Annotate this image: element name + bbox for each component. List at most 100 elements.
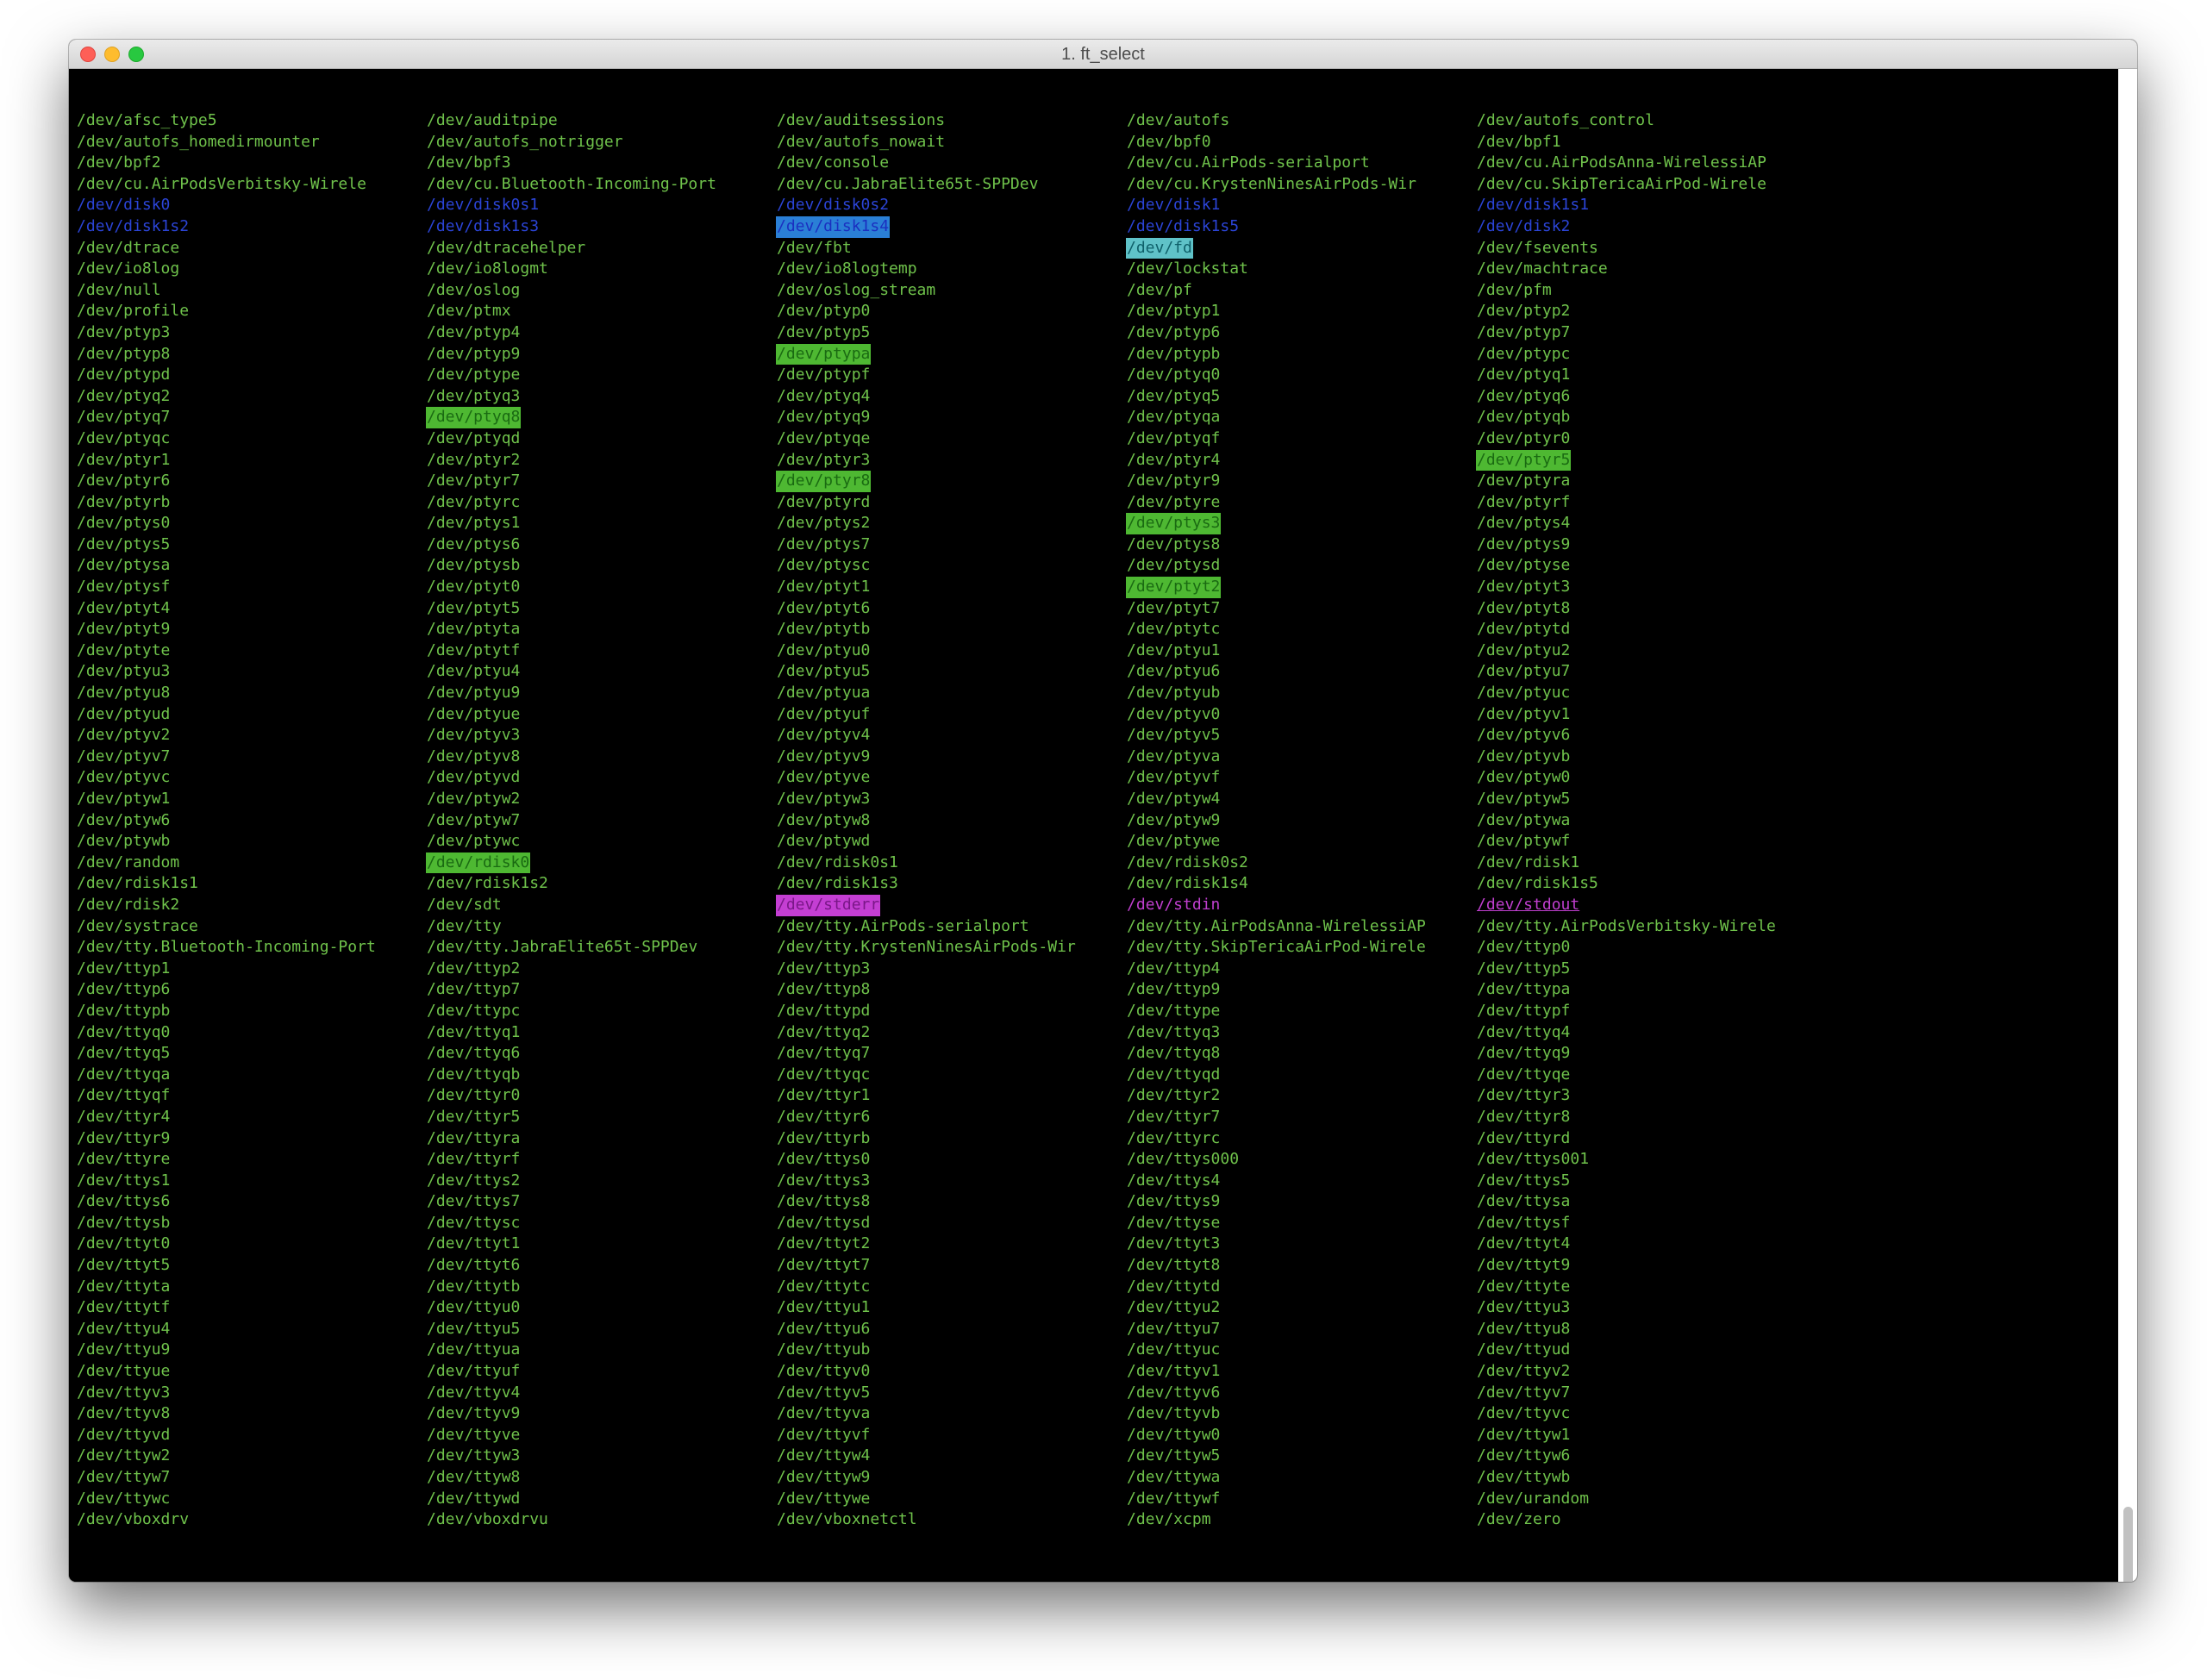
file-entry[interactable]: /dev/ptyw2 [426, 789, 521, 810]
file-entry[interactable]: /dev/io8log [76, 259, 180, 280]
file-entry[interactable]: /dev/ptyvb [1476, 746, 1571, 768]
file-entry[interactable]: /dev/ttyqd [1126, 1065, 1221, 1086]
file-entry[interactable]: /dev/ttyt5 [76, 1255, 171, 1277]
file-entry[interactable]: /dev/ttys0 [776, 1149, 871, 1171]
file-entry[interactable]: /dev/ptyse [1476, 555, 1571, 577]
file-entry[interactable]: /dev/tty.AirPodsVerbitsky-Wirele [1476, 916, 1777, 938]
file-entry[interactable]: /dev/machtrace [1476, 259, 1609, 280]
file-entry[interactable]: /dev/ttyt0 [76, 1233, 171, 1255]
file-entry[interactable]: /dev/ttyte [1476, 1277, 1571, 1298]
file-entry[interactable]: /dev/ttyv6 [1126, 1383, 1221, 1404]
file-entry[interactable]: /dev/ptyp7 [1476, 322, 1571, 344]
file-entry[interactable]: /dev/ttyq3 [1126, 1022, 1221, 1044]
file-entry[interactable]: /dev/ttys3 [776, 1171, 871, 1192]
file-entry[interactable]: /dev/ttyv3 [76, 1383, 171, 1404]
file-entry[interactable]: /dev/ptyva [1126, 746, 1221, 768]
file-entry[interactable]: /dev/ttyuf [426, 1361, 521, 1383]
file-entry[interactable]: /dev/ptyqe [776, 428, 871, 450]
file-entry[interactable]: /dev/null [76, 280, 162, 302]
file-entry[interactable]: /dev/ptyua [776, 683, 871, 704]
file-entry[interactable]: /dev/ttyt7 [776, 1255, 871, 1277]
file-entry[interactable]: /dev/disk1s1 [1476, 195, 1590, 216]
file-entry[interactable]: /dev/ttyw1 [1476, 1425, 1571, 1446]
file-entry[interactable]: /dev/ttyw2 [76, 1446, 171, 1467]
file-entry[interactable]: /dev/ttyr5 [426, 1107, 521, 1128]
file-entry[interactable]: /dev/ptyr9 [1126, 471, 1221, 492]
file-entry[interactable]: /dev/ptyra [1476, 471, 1571, 492]
file-entry[interactable]: /dev/ttyu8 [1476, 1319, 1571, 1340]
file-entry[interactable]: /dev/autofs_control [1476, 110, 1655, 132]
file-entry[interactable]: /dev/ptywb [76, 831, 171, 852]
file-entry[interactable]: /dev/ptyp1 [1126, 301, 1221, 322]
file-entry[interactable]: /dev/bpf1 [1476, 132, 1562, 153]
file-entry[interactable]: /dev/rdisk1s2 [426, 873, 549, 895]
file-entry[interactable]: /dev/ptyu5 [776, 661, 871, 683]
file-entry[interactable]: /dev/ttyt8 [1126, 1255, 1221, 1277]
file-entry[interactable]: /dev/ptyv5 [1126, 725, 1221, 746]
file-entry[interactable]: /dev/ptyuc [1476, 683, 1571, 704]
file-entry[interactable]: /dev/ttysf [1476, 1213, 1571, 1234]
file-entry[interactable]: /dev/ttyr6 [776, 1107, 871, 1128]
file-entry[interactable]: /dev/ptypf [776, 365, 871, 386]
file-entry[interactable]: /dev/ttyv5 [776, 1383, 871, 1404]
file-entry[interactable]: /dev/vboxdrv [76, 1509, 190, 1531]
file-entry[interactable]: /dev/ttyt2 [776, 1233, 871, 1255]
file-entry[interactable]: /dev/ptyu7 [1476, 661, 1571, 683]
scrollbar-thumb[interactable] [2123, 1507, 2133, 1582]
scrollbar[interactable] [2118, 69, 2137, 1582]
file-entry[interactable]: /dev/ttyp9 [1126, 979, 1221, 1001]
file-entry[interactable]: /dev/ptyw8 [776, 810, 871, 832]
file-entry[interactable]: /dev/disk0s1 [426, 195, 540, 216]
file-entry[interactable]: /dev/ptyv6 [1476, 725, 1571, 746]
file-entry[interactable]: /dev/cu.SkipTericaAirPod-Wirele [1476, 174, 1767, 196]
file-entry[interactable]: /dev/ptyp4 [426, 322, 521, 344]
file-entry[interactable]: /dev/ptysc [776, 555, 871, 577]
file-entry[interactable]: /dev/ptyq0 [1126, 365, 1221, 386]
file-entry[interactable]: /dev/ptyvd [426, 767, 521, 789]
file-entry[interactable]: /dev/ptyta [426, 619, 521, 640]
file-entry[interactable]: /dev/bpf3 [426, 153, 512, 174]
file-entry[interactable]: /dev/ttyv2 [1476, 1361, 1571, 1383]
file-entry[interactable]: /dev/rdisk0s2 [1126, 852, 1249, 874]
file-entry[interactable]: /dev/ttytd [1126, 1277, 1221, 1298]
file-entry[interactable]: /dev/ttyu5 [426, 1319, 521, 1340]
file-entry[interactable]: /dev/ptyq3 [426, 386, 521, 408]
file-entry[interactable]: /dev/ttyv9 [426, 1403, 521, 1425]
file-entry[interactable]: /dev/ptyvf [1126, 767, 1221, 789]
file-entry[interactable]: /dev/ttyr1 [776, 1085, 871, 1107]
file-entry[interactable]: /dev/ttypa [1476, 979, 1571, 1001]
file-entry[interactable]: /dev/ttypc [426, 1001, 521, 1022]
file-entry[interactable]: /dev/disk1s2 [76, 216, 190, 238]
file-entry[interactable]: /dev/ptyq7 [76, 407, 171, 428]
file-entry[interactable]: /dev/cu.AirPodsAnna-WirelessiAP [1476, 153, 1767, 174]
file-entry[interactable]: /dev/ttyrc [1126, 1128, 1221, 1150]
file-entry[interactable]: /dev/ttyu1 [776, 1297, 871, 1319]
file-entry[interactable]: /dev/ttyve [426, 1425, 521, 1446]
file-entry[interactable]: /dev/ttyua [426, 1340, 521, 1361]
file-entry[interactable]: /dev/ttyu6 [776, 1319, 871, 1340]
file-entry[interactable]: /dev/ttyr0 [426, 1085, 521, 1107]
file-entry[interactable]: /dev/ttyt9 [1476, 1255, 1571, 1277]
file-entry[interactable]: /dev/ptyq6 [1476, 386, 1571, 408]
file-entry[interactable]: /dev/ttypd [776, 1001, 871, 1022]
file-entry[interactable]: /dev/ptypa [776, 343, 872, 365]
file-entry[interactable]: /dev/ttytc [776, 1277, 871, 1298]
file-entry[interactable]: /dev/ttysb [76, 1213, 171, 1234]
file-entry[interactable]: /dev/ttywb [1476, 1467, 1571, 1489]
file-entry[interactable]: /dev/ttys001 [1476, 1149, 1590, 1171]
file-entry[interactable]: /dev/ttypb [76, 1001, 171, 1022]
file-entry[interactable]: /dev/dtracehelper [426, 238, 586, 259]
file-entry[interactable]: /dev/auditpipe [426, 110, 559, 132]
file-entry[interactable]: /dev/ttyp5 [1476, 959, 1571, 980]
file-entry[interactable]: /dev/ptysf [76, 577, 171, 598]
file-entry[interactable]: /dev/ptyu9 [426, 683, 521, 704]
file-entry[interactable]: /dev/ptyv3 [426, 725, 521, 746]
file-entry[interactable]: /dev/ptyt5 [426, 598, 521, 620]
file-entry[interactable]: /dev/afsc_type5 [76, 110, 218, 132]
file-entry[interactable]: /dev/ttywc [76, 1489, 171, 1510]
file-entry[interactable]: /dev/ptyw3 [776, 789, 871, 810]
file-entry[interactable]: /dev/ttyv1 [1126, 1361, 1221, 1383]
file-entry[interactable]: /dev/autofs_notrigger [426, 132, 624, 153]
file-entry[interactable]: /dev/stdin [1126, 895, 1221, 916]
file-entry[interactable]: /dev/ptyrd [776, 492, 871, 514]
